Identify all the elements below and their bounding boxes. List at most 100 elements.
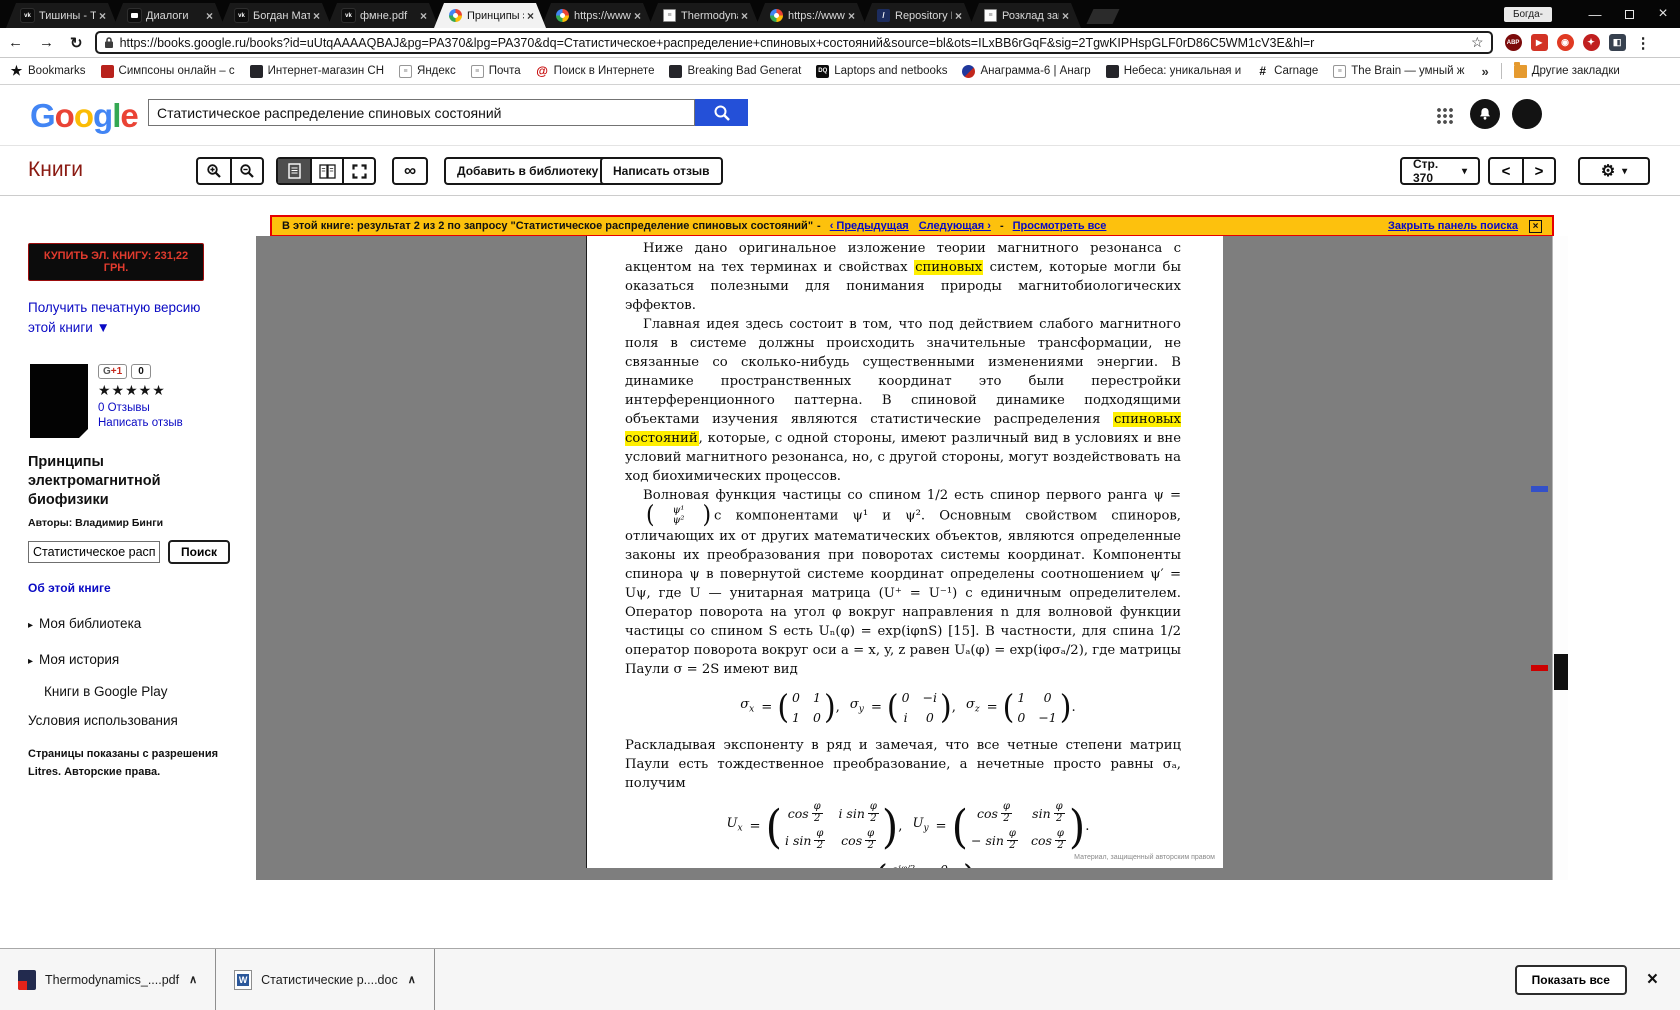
tab-close-icon[interactable]: × <box>634 9 641 23</box>
browser-tab[interactable]: Розклад занять × <box>969 3 1081 28</box>
back-button[interactable]: ← <box>0 34 31 51</box>
browser-tab[interactable]: Богдан Матвие × <box>220 3 332 28</box>
next-page-button[interactable]: > <box>1522 159 1554 183</box>
buy-ebook-button[interactable]: КУПИТЬ ЭЛ. КНИГУ: 231,22 ГРН. <box>28 243 204 281</box>
browser-tab[interactable]: Thermodynami × <box>648 3 760 28</box>
forward-button[interactable]: → <box>31 34 62 51</box>
write-review-button[interactable]: Написать отзыв <box>600 157 723 185</box>
extension-icon[interactable] <box>1608 34 1626 51</box>
apps-grid-icon[interactable] <box>1436 107 1454 125</box>
bookmark-item[interactable]: Интернет-магазин CH <box>249 64 384 78</box>
address-bar[interactable]: https://books.google.ru/books?id=uUtqAAA… <box>94 31 1493 54</box>
zoom-in-button[interactable] <box>198 159 230 183</box>
tab-title: Диалоги <box>146 9 189 22</box>
browser-tab[interactable]: Тишины - Тиш × <box>6 3 118 28</box>
search-button[interactable] <box>695 99 748 126</box>
bookmark-item[interactable]: Bookmarks <box>10 65 86 78</box>
close-window-button[interactable]: × <box>1646 5 1680 23</box>
bookmarks-overflow-icon[interactable]: » <box>1481 64 1488 79</box>
reader-scrollbar[interactable] <box>1552 236 1568 880</box>
minimize-button[interactable]: — <box>1578 7 1612 22</box>
bookmark-item[interactable]: Laptops and netbooks <box>816 64 947 78</box>
tab-close-icon[interactable]: × <box>955 9 962 23</box>
about-book-link[interactable]: Об этой книге <box>28 581 228 595</box>
tab-close-icon[interactable]: × <box>848 9 855 23</box>
get-link-button[interactable]: ∞ <box>392 157 428 185</box>
bookmark-item[interactable]: Breaking Bad Generat <box>669 64 801 78</box>
extension-icon[interactable] <box>1530 34 1548 51</box>
bookmark-item[interactable]: Поиск в Интернете <box>536 65 655 78</box>
close-icon[interactable]: × <box>1529 219 1542 233</box>
browser-tab-active[interactable]: Принципы эле × <box>434 3 546 28</box>
view-all-results-link[interactable]: Просмотреть все <box>1013 220 1107 232</box>
link-icon: ∞ <box>403 161 417 180</box>
new-tab-button[interactable] <box>1086 9 1120 24</box>
single-page-view-button[interactable] <box>278 159 310 183</box>
extension-icon[interactable] <box>1504 34 1522 51</box>
my-library-link[interactable]: ▸ Моя библиотека <box>28 616 228 631</box>
tab-close-icon[interactable]: × <box>420 9 427 23</box>
bookmark-item[interactable]: The Brain — умный ж <box>1333 64 1464 78</box>
notifications-bell-button[interactable] <box>1470 99 1500 129</box>
bookmark-item[interactable]: Симпсоны онлайн – с <box>100 64 235 78</box>
write-review-link[interactable]: Написать отзыв <box>98 417 183 429</box>
tab-close-icon[interactable]: × <box>99 9 106 23</box>
extension-icon[interactable] <box>1582 34 1600 51</box>
browser-tab[interactable]: https://www.go × <box>541 3 653 28</box>
browser-tab[interactable]: фмне.pdf × <box>327 3 439 28</box>
browser-tab[interactable]: https://www.go × <box>755 3 867 28</box>
other-bookmarks-button[interactable]: Другие закладки <box>1513 61 1620 78</box>
get-print-version-link[interactable]: Получить печатную версию этой книги ▼ <box>28 298 218 338</box>
my-history-link[interactable]: ▸ Моя история <box>28 652 228 667</box>
browser-menu-icon[interactable]: ⋮ <box>1626 34 1662 52</box>
next-result-link[interactable]: Следующая › <box>919 220 991 232</box>
scrollbar-thumb[interactable] <box>1554 654 1568 690</box>
terms-of-use-link[interactable]: Условия использования <box>28 713 228 728</box>
bookmark-item[interactable]: Яндекс <box>399 64 456 78</box>
rating-stars: ★★★★★ <box>98 382 166 398</box>
browser-tab[interactable]: Диалоги × <box>113 3 225 28</box>
account-avatar[interactable] <box>1512 99 1542 129</box>
zoom-out-button[interactable] <box>230 159 262 183</box>
previous-page-button[interactable]: < <box>1490 159 1522 183</box>
fullscreen-button[interactable] <box>342 159 374 183</box>
bookmark-item[interactable]: Carnage <box>1256 65 1318 78</box>
in-book-search-button[interactable]: Поиск <box>168 540 231 564</box>
browser-tab[interactable]: Repository KhN × <box>862 3 974 28</box>
search-results-banner: В этой книге: результат 2 из 2 по запрос… <box>270 215 1554 237</box>
tab-close-icon[interactable]: × <box>527 9 534 23</box>
close-search-panel-link[interactable]: Закрыть панель поиска <box>1388 220 1518 232</box>
two-page-view-button[interactable] <box>310 159 342 183</box>
bookmark-item[interactable]: Почта <box>470 64 521 78</box>
in-book-search-input[interactable] <box>28 541 160 563</box>
close-shelf-icon[interactable]: × <box>1647 969 1658 991</box>
books-product-title[interactable]: Книги <box>28 158 83 182</box>
show-all-downloads-button[interactable]: Показать все <box>1514 964 1627 995</box>
reload-button[interactable]: ↻ <box>62 34 91 52</box>
gplus-count: 0 <box>131 364 151 379</box>
bookmark-item[interactable]: Анаграмма-6 | Анагр <box>962 64 1091 78</box>
site-favicon-icon <box>1105 64 1119 78</box>
reviews-count-link[interactable]: 0 Отзывы <box>98 402 183 414</box>
tab-close-icon[interactable]: × <box>313 9 320 23</box>
profile-button[interactable]: Богда- <box>1503 6 1552 22</box>
chevron-up-icon[interactable]: ∧ <box>408 973 416 986</box>
book-cover-thumbnail[interactable] <box>30 364 88 438</box>
restore-button[interactable] <box>1612 7 1646 22</box>
page-select-dropdown[interactable]: Стр. 370 ▾ <box>1400 157 1480 185</box>
settings-dropdown-button[interactable]: ⚙ ▾ <box>1578 157 1650 185</box>
extension-icon[interactable] <box>1556 34 1574 51</box>
books-search-input[interactable] <box>148 99 695 126</box>
download-item[interactable]: Статистические р....doc ∧ <box>216 949 435 1010</box>
gplus-button[interactable]: G+1 <box>98 364 128 379</box>
download-item[interactable]: Thermodynamics_....pdf ∧ <box>0 949 217 1010</box>
previous-result-link[interactable]: ‹ Предыдущая <box>830 220 909 232</box>
google-play-books-link[interactable]: Книги в Google Play <box>44 684 228 699</box>
tab-close-icon[interactable]: × <box>741 9 748 23</box>
tab-close-icon[interactable]: × <box>206 9 213 23</box>
chevron-up-icon[interactable]: ∧ <box>189 973 197 986</box>
bookmark-star-icon[interactable]: ☆ <box>1471 34 1484 51</box>
add-to-library-button[interactable]: Добавить в библиотеку <box>444 157 612 185</box>
bookmark-item[interactable]: Небеса: уникальная и <box>1105 64 1241 78</box>
tab-close-icon[interactable]: × <box>1062 9 1069 23</box>
